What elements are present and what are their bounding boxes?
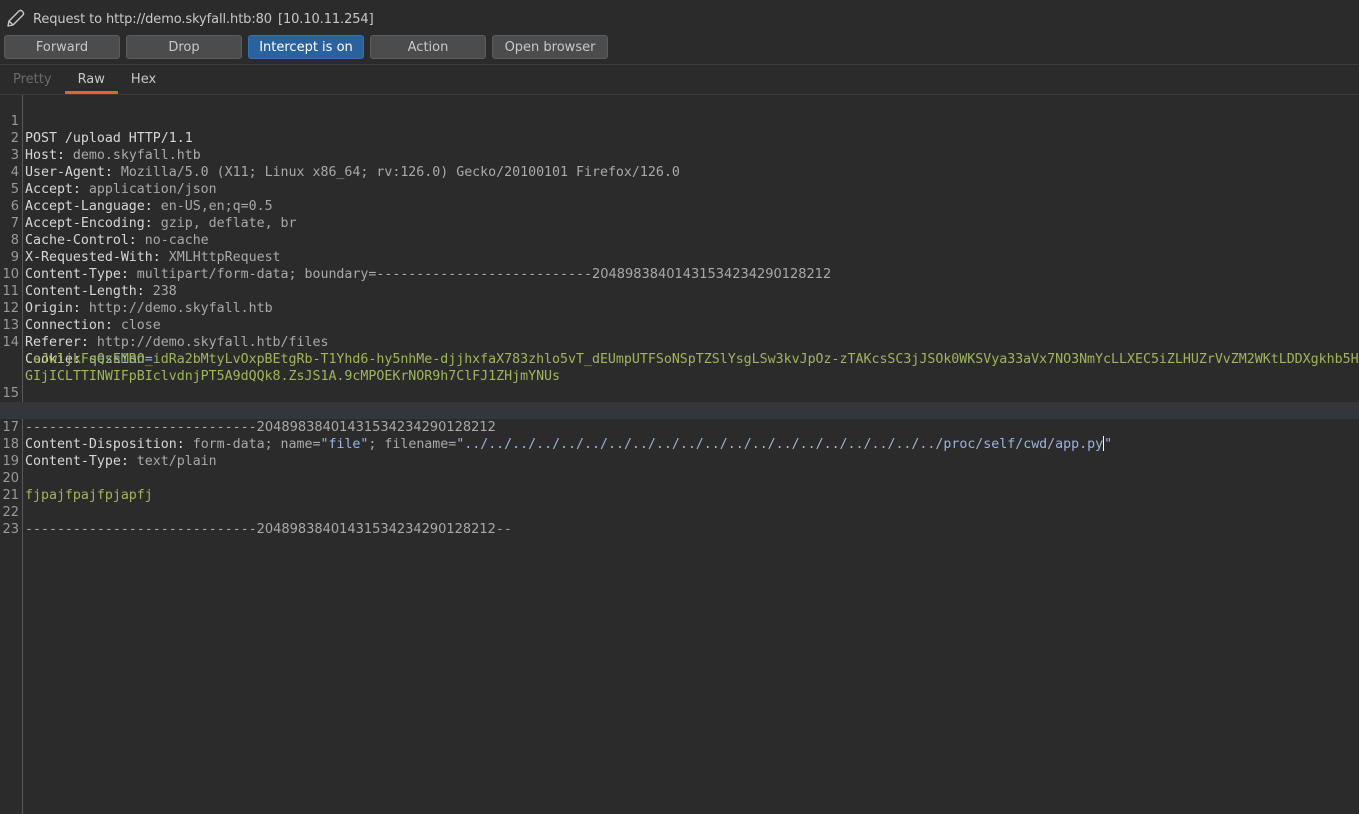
closing-boundary-line: 22 -----------------------------20489838… bbox=[0, 487, 1359, 537]
blank-line: 23 bbox=[0, 504, 1359, 537]
cookie-line: 14 Cookie: session= bbox=[0, 317, 1359, 367]
line-number: 23 bbox=[2, 522, 19, 537]
request-title-row: Request to http://demo.skyfall.htb:80 [10… bbox=[4, 7, 374, 31]
header-line: 5 Accept-Language: en-US,en;q=0.5 bbox=[0, 164, 1359, 214]
header-line: 4 Accept: application/json bbox=[0, 147, 1359, 197]
pencil-icon bbox=[7, 9, 25, 27]
blank-line: 19 bbox=[0, 436, 1359, 469]
header-line: 2 Host: demo.skyfall.htb bbox=[0, 113, 1359, 163]
drop-button[interactable]: Drop bbox=[126, 35, 242, 59]
boundary-line: 16 -----------------------------20489838… bbox=[0, 385, 1359, 435]
request-url: Request to http://demo.skyfall.htb:80 bbox=[33, 11, 272, 27]
blank-line: 21 bbox=[0, 470, 1359, 503]
intercept-toolbar: Forward Drop Intercept is on Action Open… bbox=[4, 35, 608, 59]
request-title: Request to http://demo.skyfall.htb:80 [10… bbox=[33, 12, 374, 27]
header-line: 3 User-Agent: Mozilla/5.0 (X11; Linux x8… bbox=[0, 130, 1359, 180]
cookie-value-line: GIjICLTTINWIFpBIclvdnjPT5A9dQQk8.ZsJS1A.… bbox=[0, 351, 1359, 384]
header-line: 18 Content-Type: text/plain bbox=[0, 419, 1359, 469]
blank-line: 15 bbox=[0, 368, 1359, 401]
content-disposition-line: 17 Content-Disposition: form-data; name=… bbox=[0, 402, 1359, 452]
intercept-toggle-button[interactable]: Intercept is on bbox=[248, 35, 364, 59]
action-button[interactable]: Action bbox=[370, 35, 486, 59]
open-browser-button[interactable]: Open browser bbox=[492, 35, 608, 59]
tab-pretty[interactable]: Pretty bbox=[0, 65, 65, 94]
forward-button[interactable]: Forward bbox=[4, 35, 120, 59]
tab-raw[interactable]: Raw bbox=[64, 65, 119, 94]
request-lines: 1 POST /upload HTTP/1.1 2 Host: demo.sky… bbox=[0, 96, 1359, 537]
boundary-suffix: -- bbox=[495, 522, 512, 537]
header-line: 11 Origin: http://demo.skyfall.htb bbox=[0, 266, 1359, 316]
header-line: 9 Content-Type: multipart/form-data; bou… bbox=[0, 232, 1359, 282]
boundary-dashes: ----------------------------- bbox=[25, 522, 257, 537]
boundary-digits: 20489838401431534234290128212 bbox=[256, 522, 496, 537]
raw-request-editor[interactable]: 1 POST /upload HTTP/1.1 2 Host: demo.sky… bbox=[0, 95, 1359, 814]
cookie-value-line: .eJwljkFqQzEMRO_idRa2bMtyLvOxpBEtgRb-T1Y… bbox=[0, 334, 1359, 367]
header-line: 13 Referer: http://demo.skyfall.htb/file… bbox=[0, 300, 1359, 350]
body-content-line: 20 fjpajfpajfpjapfj bbox=[0, 453, 1359, 503]
header-line: 6 Accept-Encoding: gzip, deflate, br bbox=[0, 181, 1359, 231]
tab-hex[interactable]: Hex bbox=[118, 65, 169, 94]
header-line: 10 Content-Length: 238 bbox=[0, 249, 1359, 299]
header-line: 7 Cache-Control: no-cache bbox=[0, 198, 1359, 248]
request-ip: [10.10.11.254] bbox=[277, 11, 374, 27]
request-line: 1 POST /upload HTTP/1.1 bbox=[0, 96, 1359, 146]
message-view-tabs: Pretty Raw Hex bbox=[0, 65, 1359, 94]
header-line: 8 X-Requested-With: XMLHttpRequest bbox=[0, 215, 1359, 265]
intercept-header: Request to http://demo.skyfall.htb:80 [10… bbox=[0, 0, 1359, 64]
header-line: 12 Connection: close bbox=[0, 283, 1359, 333]
